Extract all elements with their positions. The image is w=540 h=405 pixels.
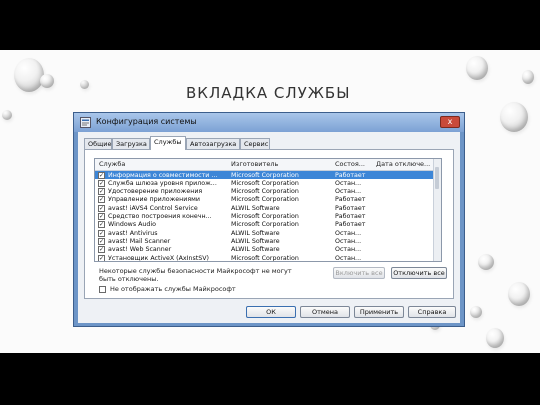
status-cell: Остан... xyxy=(335,188,362,196)
status-cell: Работает xyxy=(335,171,366,179)
tab-services[interactable]: Службы xyxy=(150,136,186,150)
water-drop-decoration xyxy=(80,80,89,89)
security-services-note: Некоторые службы безопасности Майкрософт… xyxy=(99,267,292,283)
table-row[interactable]: ✓ Управление приложениями Microsoft Corpor… xyxy=(95,196,435,204)
status-cell: Остан... xyxy=(335,237,362,245)
close-button[interactable]: x xyxy=(440,116,460,128)
status-cell: Остан... xyxy=(335,229,362,237)
column-header-service[interactable]: Служба xyxy=(99,160,125,168)
service-checkbox[interactable]: ✓ xyxy=(98,246,105,254)
manufacturer-cell: Microsoft Corporation xyxy=(231,213,299,220)
water-drop-decoration xyxy=(508,282,530,306)
list-header: Служба Изготовитель Состоя... Дата отклю… xyxy=(95,159,435,171)
column-header-date-disabled[interactable]: Дата отключе... xyxy=(376,160,430,168)
manufacturer-cell: ALWIL Software xyxy=(231,229,280,237)
service-checkbox[interactable]: ✓ xyxy=(98,229,105,237)
service-name-cell: Информация о совместимости ... xyxy=(108,171,218,179)
table-row[interactable]: ✓ Установщик ActiveX (AxInstSV) Microsoft … xyxy=(95,254,435,262)
service-name-cell: Средство построения конечн... xyxy=(108,213,212,220)
service-name-cell: avast! Mail Scanner xyxy=(108,237,171,245)
service-checkbox[interactable]: ✓ xyxy=(98,196,105,204)
system-config-icon xyxy=(80,117,91,128)
service-checkbox[interactable]: ✓ xyxy=(98,213,105,221)
service-checkbox[interactable]: ✓ xyxy=(98,204,105,212)
service-name-cell: avast! iAVS4 Control Service xyxy=(108,204,198,212)
disable-all-button[interactable]: Отключить все xyxy=(391,267,447,279)
manufacturer-cell: ALWIL Software xyxy=(231,237,280,245)
column-header-status[interactable]: Состоя... xyxy=(335,160,365,168)
water-drop-decoration xyxy=(470,306,482,318)
service-checkbox[interactable]: ✓ xyxy=(98,188,105,196)
table-row[interactable]: ✓ Удостоверение приложения Microsoft Corpo… xyxy=(95,188,435,196)
hide-ms-services-checkbox[interactable] xyxy=(99,286,106,293)
manufacturer-cell: Microsoft Corporation xyxy=(231,179,299,187)
table-row[interactable]: ✓ Средство построения конечн... Microsoft … xyxy=(95,213,435,221)
service-name-cell: Windows Audio xyxy=(108,221,157,229)
table-row[interactable]: ✓ avast! iAVS4 Control Service ALWIL Softw… xyxy=(95,204,435,212)
status-cell: Работает xyxy=(335,213,366,220)
service-name-cell: Установщик ActiveX (AxInstSV) xyxy=(108,254,209,262)
system-configuration-window: Конфигурация системы x Общие Загрузка Сл… xyxy=(73,112,465,327)
table-row[interactable]: ✓ Информация о совместимости ... Microsoft… xyxy=(95,171,435,180)
service-checkbox[interactable]: ✓ xyxy=(98,237,105,245)
window-titlebar[interactable]: Конфигурация системы x xyxy=(74,113,464,132)
water-drop-decoration xyxy=(522,70,534,84)
table-row[interactable]: ✓ avast! Web Scanner ALWIL Software Остан..… xyxy=(95,246,435,254)
window-client-area: Общие Загрузка Службы Автозагрузка Серви… xyxy=(78,132,460,323)
manufacturer-cell: ALWIL Software xyxy=(231,246,280,254)
manufacturer-cell: Microsoft Corporation xyxy=(231,196,299,204)
water-drop-decoration xyxy=(40,74,54,88)
service-name-cell: avast! Antivirus xyxy=(108,229,158,237)
water-drop-decoration xyxy=(500,102,528,132)
status-cell: Остан... xyxy=(335,179,362,187)
status-cell: Работает xyxy=(335,196,366,204)
hide-ms-services-label: Не отображать службы Майкрософт xyxy=(110,285,236,293)
manufacturer-cell: Microsoft Corporation xyxy=(231,188,299,196)
water-drop-decoration xyxy=(478,254,494,270)
bottom-black-band xyxy=(0,353,540,405)
manufacturer-cell: ALWIL Software xyxy=(231,204,280,212)
status-cell: Остан... xyxy=(335,246,362,254)
manufacturer-cell: Microsoft Corporation xyxy=(231,221,299,229)
service-name-cell: Служба шлюза уровня прилож... xyxy=(108,179,217,187)
service-checkbox[interactable]: ✓ xyxy=(98,171,105,179)
slide-heading: ВКЛАДКА СЛУЖБЫ xyxy=(186,84,351,102)
status-cell: Работает xyxy=(335,221,366,229)
manufacturer-cell: Microsoft Corporation xyxy=(231,171,299,179)
service-checkbox[interactable]: ✓ xyxy=(98,221,105,229)
service-name-cell: Удостоверение приложения xyxy=(108,188,203,196)
water-drop-decoration xyxy=(14,58,44,92)
manufacturer-cell: Microsoft Corporation xyxy=(231,254,299,262)
cancel-button[interactable]: Отмена xyxy=(300,306,350,318)
water-drop-decoration xyxy=(2,110,12,120)
table-row[interactable]: ✓ avast! Antivirus ALWIL Software Остан... xyxy=(95,229,435,237)
service-checkbox[interactable]: ✓ xyxy=(98,179,105,187)
water-drop-decoration xyxy=(466,56,488,80)
top-black-band xyxy=(0,0,540,50)
table-row[interactable]: ✓ Windows Audio Microsoft Corporation Работ… xyxy=(95,221,435,229)
status-cell: Работает xyxy=(335,204,366,212)
scrollbar-thumb[interactable] xyxy=(435,167,439,189)
service-checkbox[interactable]: ✓ xyxy=(98,254,105,261)
table-row[interactable]: ✓ Служба шлюза уровня прилож... Microsoft … xyxy=(95,179,435,187)
ok-button[interactable]: ОК xyxy=(246,306,296,318)
enable-all-button[interactable]: Включить все xyxy=(333,267,385,279)
services-list[interactable]: Служба Изготовитель Состоя... Дата отклю… xyxy=(94,158,442,262)
service-name-cell: avast! Web Scanner xyxy=(108,246,172,254)
apply-button[interactable]: Применить xyxy=(354,306,404,318)
table-row[interactable]: ✓ avast! Mail Scanner ALWIL Software Остан.… xyxy=(95,237,435,245)
vertical-scrollbar[interactable] xyxy=(433,159,441,261)
water-drop-decoration xyxy=(486,328,504,348)
help-button[interactable]: Справка xyxy=(408,306,456,318)
column-header-manufacturer[interactable]: Изготовитель xyxy=(231,160,278,168)
status-cell: Остан... xyxy=(335,254,362,262)
service-name-cell: Управление приложениями xyxy=(108,196,200,204)
services-panel: Служба Изготовитель Состоя... Дата отклю… xyxy=(84,149,454,299)
window-title: Конфигурация системы xyxy=(96,117,197,126)
